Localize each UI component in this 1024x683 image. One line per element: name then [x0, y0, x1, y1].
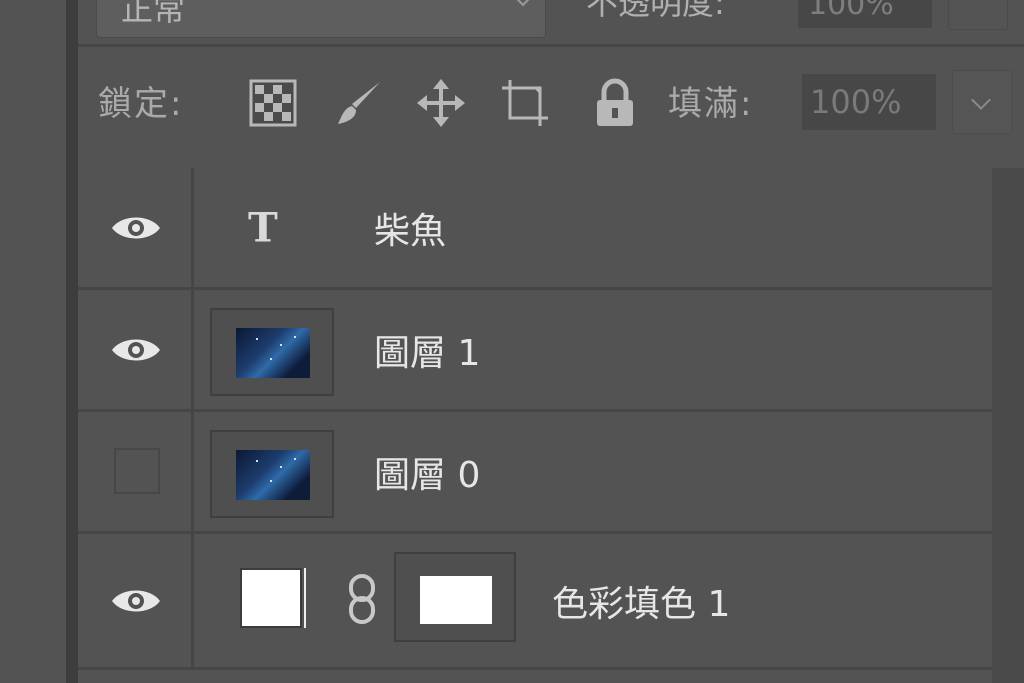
layer-row[interactable]: T 柴魚 — [78, 168, 992, 290]
eye-icon — [112, 217, 160, 238]
artboard-icon[interactable] — [500, 78, 550, 128]
layer-name[interactable]: 圖層 0 — [374, 446, 480, 498]
brush-icon[interactable] — [334, 78, 384, 128]
link-icon[interactable] — [346, 574, 378, 624]
blend-row: 正常 不透明度: 100% — [78, 0, 1024, 46]
fill-input[interactable]: 100% — [802, 74, 936, 130]
layer-name[interactable]: 圖層 1 — [374, 324, 480, 376]
opacity-dropdown-button[interactable] — [948, 0, 1008, 30]
layer-name[interactable]: 色彩填色 1 — [552, 575, 730, 627]
lock-icon[interactable] — [590, 78, 640, 128]
fill-dropdown-button[interactable] — [952, 70, 1012, 134]
swatch-divider — [304, 568, 306, 628]
mask-fill — [420, 576, 492, 624]
chevron-down-icon — [971, 90, 991, 110]
lock-row: 鎖定: 填滿: 100% — [78, 48, 1024, 166]
eye-icon — [112, 590, 160, 611]
layer-name[interactable]: 柴魚 — [374, 202, 446, 254]
layer-row[interactable]: 圖層 0 — [78, 412, 992, 534]
visibility-toggle[interactable] — [78, 168, 194, 287]
visibility-toggle[interactable] — [78, 412, 194, 531]
night-sky-image — [236, 450, 310, 500]
layer-thumbnail[interactable] — [210, 430, 334, 518]
opacity-input[interactable]: 100% — [798, 0, 932, 28]
text-layer-icon: T — [248, 204, 278, 251]
chevron-down-icon — [511, 0, 535, 7]
opacity-label: 不透明度: — [586, 0, 725, 22]
visibility-off-box — [114, 447, 160, 494]
panel-edge — [66, 0, 78, 683]
fill-color-swatch[interactable] — [240, 568, 302, 628]
lock-label: 鎖定: — [98, 84, 184, 124]
layer-row[interactable]: 圖層 1 — [78, 290, 992, 412]
layer-mask-thumbnail[interactable] — [394, 552, 516, 642]
night-sky-image — [236, 328, 310, 378]
scrollbar[interactable] — [992, 168, 1024, 683]
eye-icon — [112, 339, 160, 360]
visibility-toggle[interactable] — [78, 290, 194, 409]
workspace-left — [0, 0, 66, 683]
layer-thumbnail[interactable] — [210, 308, 334, 396]
layers-panel: 正常 不透明度: 100% 鎖定: 填滿: 100% T 柴魚 圖層 1 圖層 … — [78, 0, 1024, 683]
blend-mode-select[interactable]: 正常 — [96, 0, 546, 38]
divider — [78, 44, 1024, 47]
transparent-pixels-icon[interactable] — [248, 78, 298, 128]
layer-row[interactable]: 色彩填色 1 — [78, 534, 992, 670]
layers-list: T 柴魚 圖層 1 圖層 0 色彩填色 1 — [78, 168, 1024, 683]
move-icon[interactable] — [416, 78, 466, 128]
blend-mode-value: 正常 — [121, 0, 186, 28]
visibility-toggle[interactable] — [78, 534, 194, 667]
fill-label: 填滿: — [668, 84, 754, 124]
